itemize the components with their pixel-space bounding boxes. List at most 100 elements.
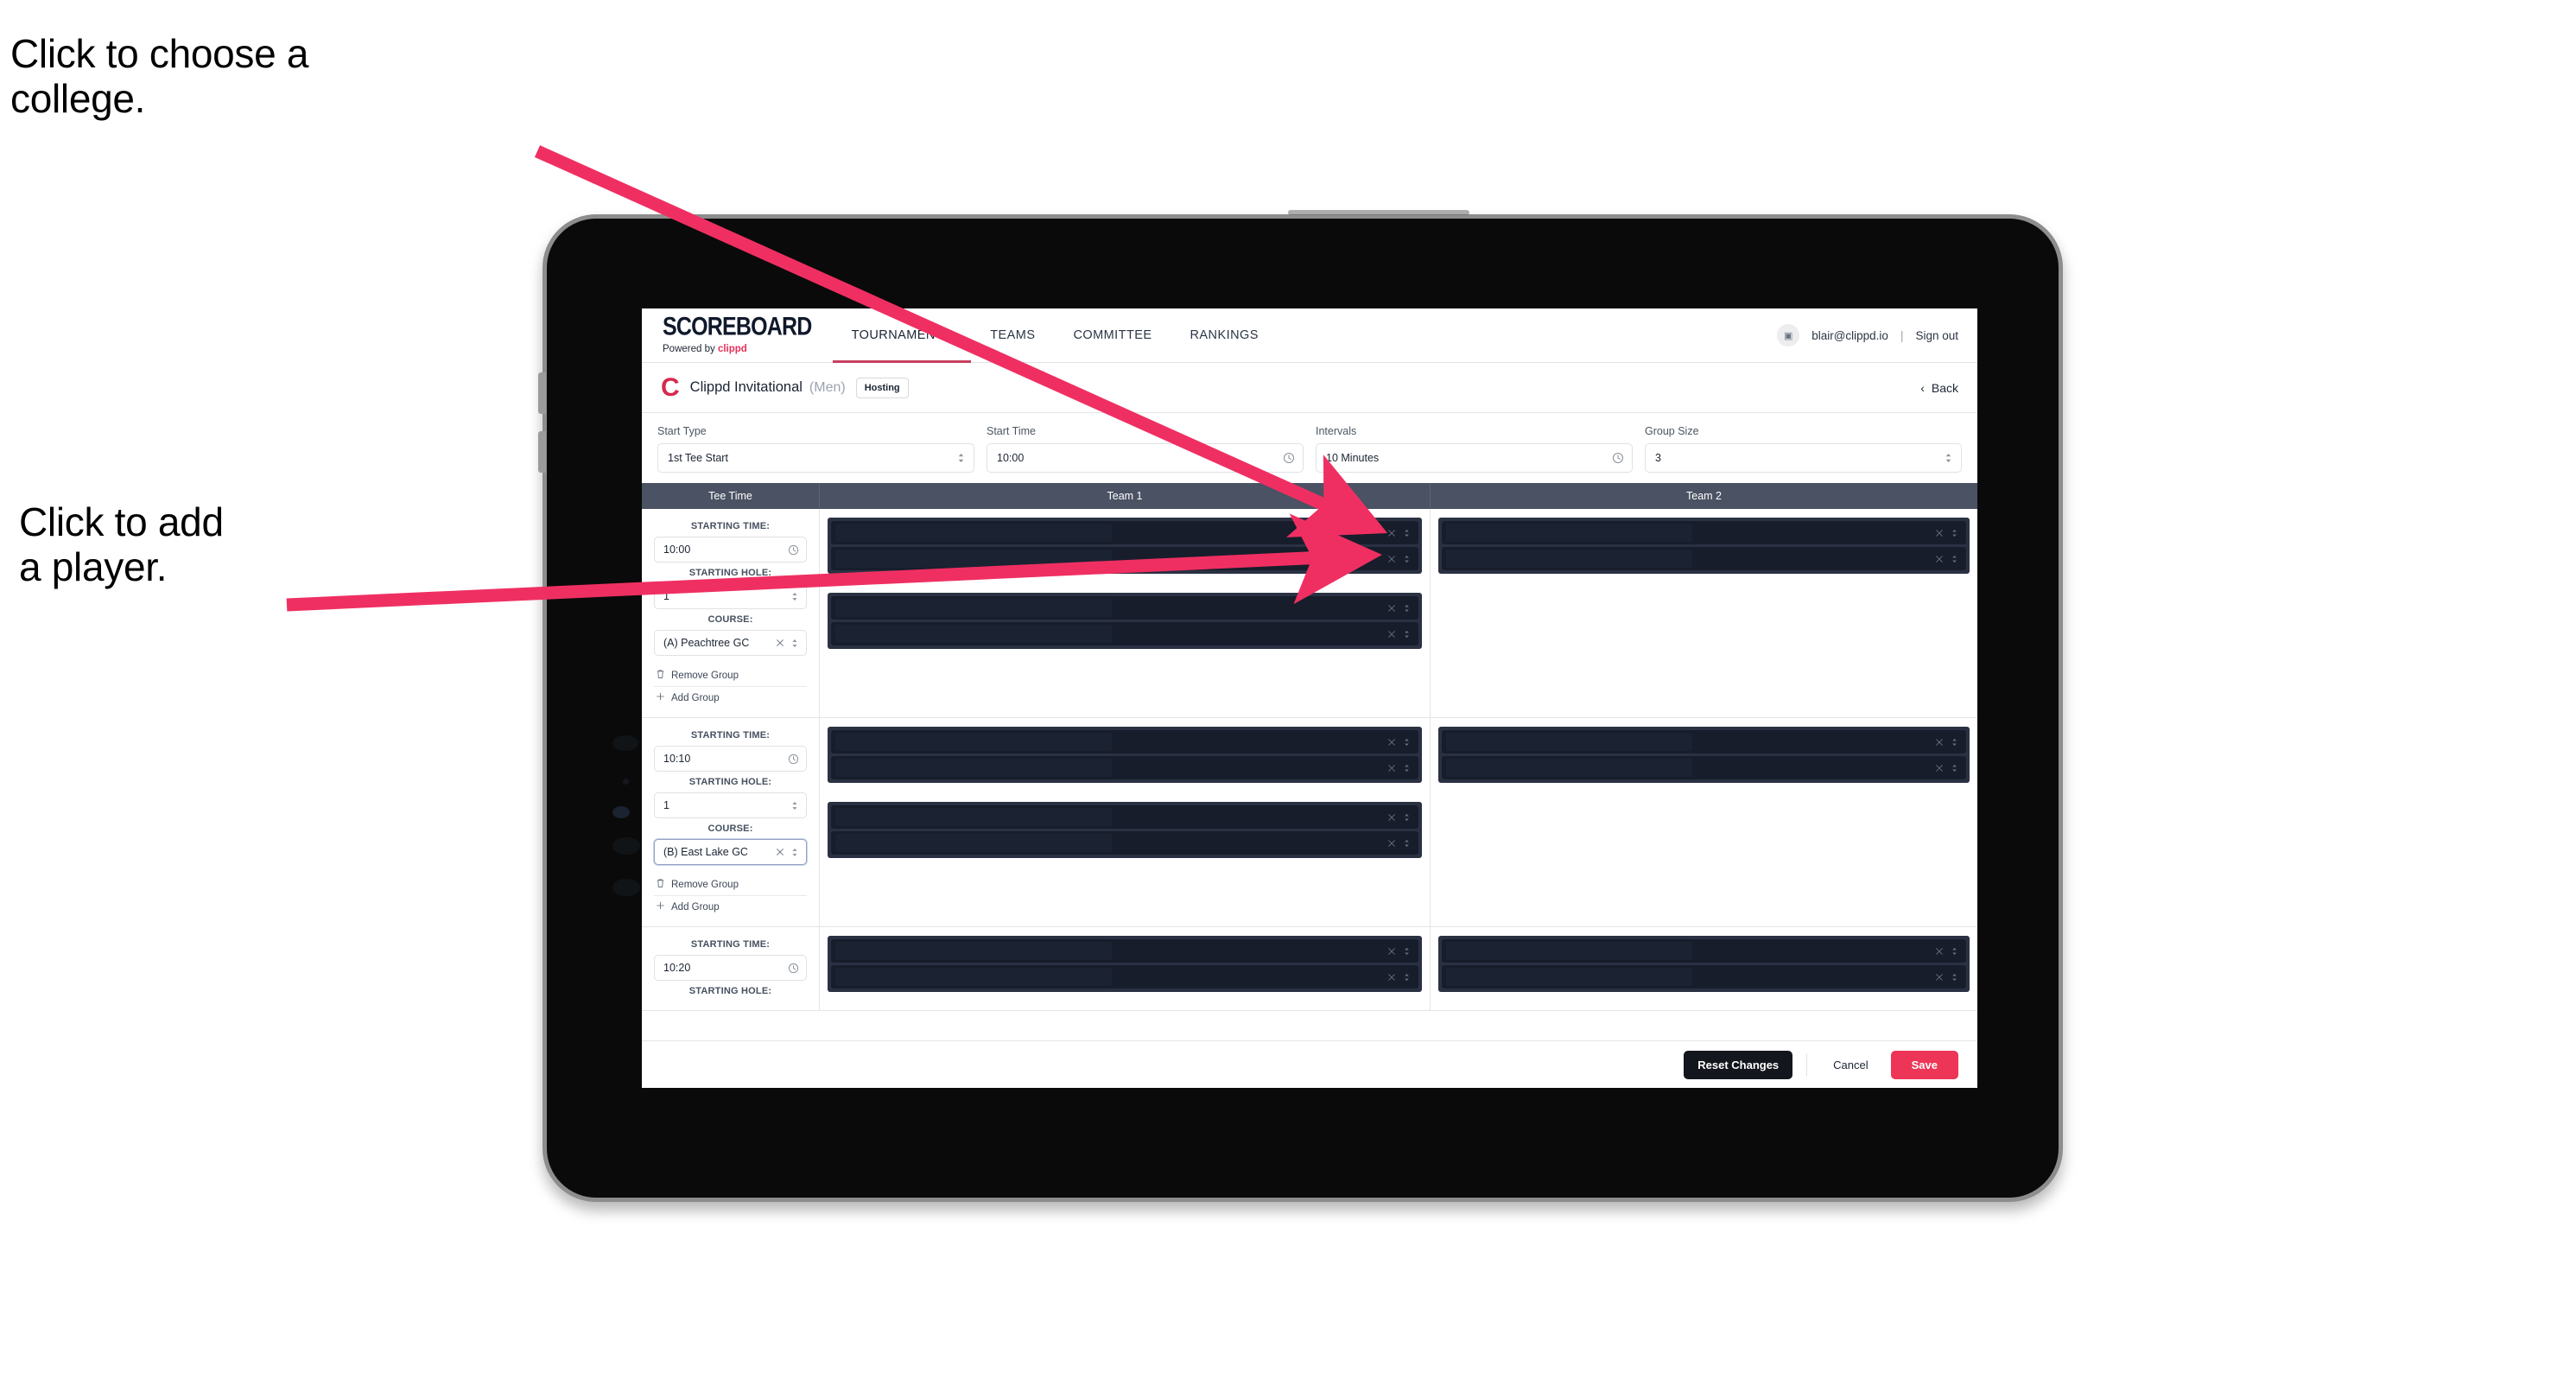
player-slot[interactable] bbox=[1442, 521, 1966, 544]
player-slot[interactable] bbox=[831, 547, 1418, 570]
starting-time-input[interactable]: 10:10 bbox=[654, 746, 807, 772]
clock-icon[interactable] bbox=[788, 753, 799, 765]
nav-tab-tournaments[interactable]: TOURNAMENTS bbox=[832, 308, 972, 363]
player-slot[interactable] bbox=[831, 939, 1418, 963]
chevron-updown-icon[interactable] bbox=[1951, 946, 1958, 957]
close-icon[interactable] bbox=[1387, 604, 1396, 613]
chevron-updown-icon[interactable] bbox=[1403, 603, 1411, 614]
clock-icon[interactable] bbox=[1283, 452, 1295, 464]
redacted-player-name bbox=[835, 808, 1112, 826]
player-slot[interactable] bbox=[1442, 965, 1966, 989]
intervals-input[interactable]: 10 Minutes bbox=[1316, 443, 1633, 473]
avatar[interactable]: ▣ bbox=[1777, 324, 1800, 346]
player-slot[interactable] bbox=[831, 756, 1418, 779]
nav-separator: | bbox=[1900, 328, 1904, 342]
back-button[interactable]: ‹ Back bbox=[1920, 381, 1958, 395]
player-slot[interactable] bbox=[831, 521, 1418, 544]
close-icon[interactable] bbox=[1935, 555, 1944, 563]
chevron-updown-icon[interactable] bbox=[1403, 812, 1411, 823]
close-icon[interactable] bbox=[1935, 529, 1944, 537]
close-icon[interactable] bbox=[1387, 813, 1396, 822]
chevron-updown-icon[interactable] bbox=[1403, 946, 1411, 957]
close-icon[interactable] bbox=[1387, 630, 1396, 639]
chevron-updown-icon[interactable] bbox=[1403, 763, 1411, 773]
chevron-updown-icon[interactable] bbox=[790, 638, 799, 649]
player-slot[interactable] bbox=[1442, 756, 1966, 779]
close-icon[interactable] bbox=[1935, 947, 1944, 956]
close-icon[interactable] bbox=[1935, 738, 1944, 747]
sign-out-link[interactable]: Sign out bbox=[1915, 329, 1958, 342]
player-slot[interactable] bbox=[1442, 730, 1966, 753]
player-slot[interactable] bbox=[1442, 939, 1966, 963]
player-slot[interactable] bbox=[831, 805, 1418, 829]
start-type-select[interactable]: 1st Tee Start bbox=[657, 443, 974, 473]
chevron-updown-icon[interactable] bbox=[1951, 972, 1958, 982]
clock-icon[interactable] bbox=[788, 963, 799, 974]
save-button[interactable]: Save bbox=[1890, 1050, 1958, 1079]
chevron-updown-icon[interactable] bbox=[1403, 838, 1411, 849]
chevron-updown-icon[interactable] bbox=[1951, 737, 1958, 747]
chevron-updown-icon[interactable] bbox=[1403, 528, 1411, 538]
field-start-time-label: Start Time bbox=[987, 425, 1036, 437]
reset-changes-button[interactable]: Reset Changes bbox=[1684, 1050, 1793, 1079]
tablet-volume-down-button[interactable] bbox=[538, 431, 546, 473]
chevron-updown-icon[interactable] bbox=[1403, 554, 1411, 564]
course-label: COURSE: bbox=[707, 823, 753, 834]
starting-hole-input[interactable]: 1 bbox=[654, 792, 807, 818]
player-slot[interactable] bbox=[831, 831, 1418, 855]
close-icon[interactable] bbox=[776, 639, 784, 647]
nav-tab-teams[interactable]: TEAMS bbox=[971, 308, 1054, 362]
close-icon[interactable] bbox=[1387, 529, 1396, 537]
close-icon[interactable] bbox=[1387, 738, 1396, 747]
close-icon[interactable] bbox=[1935, 973, 1944, 982]
scoreboard-logo[interactable]: SCOREBOARD Powered by clippd bbox=[642, 308, 833, 362]
player-slot[interactable] bbox=[831, 965, 1418, 989]
redacted-player-name bbox=[1446, 759, 1693, 777]
close-icon[interactable] bbox=[1387, 764, 1396, 772]
course-select[interactable]: (B) East Lake GC bbox=[654, 839, 807, 865]
nav-tab-committee[interactable]: COMMITTEE bbox=[1054, 308, 1171, 362]
close-icon[interactable] bbox=[1387, 947, 1396, 956]
starting-hole-input[interactable]: 1 bbox=[654, 583, 807, 609]
chevron-updown-icon[interactable] bbox=[1951, 554, 1958, 564]
add-group-button[interactable]: Add Group bbox=[654, 687, 807, 709]
cancel-button[interactable]: Cancel bbox=[1821, 1051, 1880, 1079]
slot-icon-group bbox=[1387, 972, 1411, 982]
close-icon[interactable] bbox=[1387, 555, 1396, 563]
close-icon[interactable] bbox=[1387, 839, 1396, 848]
starting-time-input[interactable]: 10:20 bbox=[654, 955, 807, 981]
chevron-updown-icon[interactable] bbox=[790, 800, 799, 811]
close-icon[interactable] bbox=[1935, 764, 1944, 772]
schedule-table-body[interactable]: STARTING TIME: 10:00 STARTING HOLE: 1 CO… bbox=[642, 509, 1977, 1041]
course-select[interactable]: (A) Peachtree GC bbox=[654, 630, 807, 656]
start-time-input[interactable]: 10:00 bbox=[987, 443, 1304, 473]
starting-time-input[interactable]: 10:00 bbox=[654, 537, 807, 563]
chevron-updown-icon[interactable] bbox=[790, 847, 799, 858]
table-row: STARTING TIME: 10:10 STARTING HOLE: 1 CO… bbox=[642, 718, 1977, 927]
player-slot[interactable] bbox=[831, 596, 1418, 620]
group-size-select[interactable]: 3 bbox=[1645, 443, 1962, 473]
chevron-updown-icon[interactable] bbox=[1403, 972, 1411, 982]
tablet-volume-up-button[interactable] bbox=[538, 372, 546, 414]
trash-icon bbox=[656, 669, 665, 682]
close-icon[interactable] bbox=[1387, 973, 1396, 982]
add-group-button[interactable]: Add Group bbox=[654, 896, 807, 918]
chevron-updown-icon[interactable] bbox=[1403, 629, 1411, 639]
remove-group-button[interactable]: Remove Group bbox=[654, 664, 807, 687]
tournament-gender: (Men) bbox=[809, 379, 846, 395]
starting-time-value: 10:20 bbox=[663, 962, 691, 974]
chevron-updown-icon[interactable] bbox=[790, 591, 799, 602]
chevron-updown-icon[interactable] bbox=[1951, 763, 1958, 773]
chevron-updown-icon[interactable] bbox=[1403, 737, 1411, 747]
player-slot[interactable] bbox=[831, 622, 1418, 645]
clock-icon[interactable] bbox=[1612, 452, 1624, 464]
starting-time-label: STARTING TIME: bbox=[690, 730, 771, 741]
player-slot[interactable] bbox=[831, 730, 1418, 753]
nav-tab-rankings[interactable]: RANKINGS bbox=[1171, 308, 1278, 362]
clock-icon[interactable] bbox=[788, 544, 799, 556]
close-icon[interactable] bbox=[776, 848, 784, 856]
remove-group-button[interactable]: Remove Group bbox=[654, 874, 807, 896]
chevron-updown-icon[interactable] bbox=[1951, 528, 1958, 538]
player-slot[interactable] bbox=[1442, 547, 1966, 570]
course-value: (B) East Lake GC bbox=[663, 846, 748, 858]
